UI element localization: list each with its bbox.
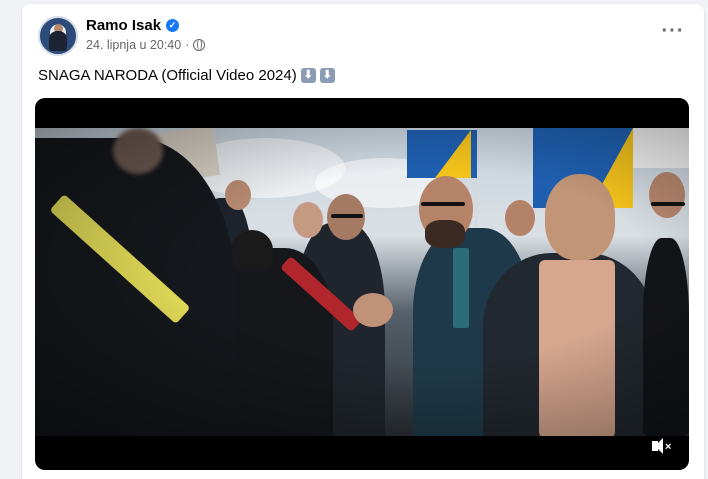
post-caption: SNAGA NARODA (Official Video 2024) ⬇ ⬇ (38, 67, 335, 84)
speaker-cone (655, 438, 663, 454)
down-arrow-emoji-icon: ⬇ (300, 68, 316, 83)
post-card: Ramo Isak ✓ 24. lipnja u 20:40 · ··· SNA… (22, 4, 704, 479)
post-meta: 24. lipnja u 20:40 · (86, 38, 206, 52)
more-options-button[interactable]: ··· (658, 21, 688, 48)
avatar-figure (49, 31, 67, 51)
author-row: Ramo Isak ✓ (86, 17, 180, 34)
speaker-muted-icon[interactable]: × (649, 436, 675, 456)
caption-text: SNAGA NARODA (Official Video 2024) (38, 67, 297, 84)
author-name[interactable]: Ramo Isak (86, 17, 161, 34)
verified-badge-icon: ✓ (166, 19, 180, 32)
mute-x-mark: × (665, 441, 672, 453)
post-header: Ramo Isak ✓ 24. lipnja u 20:40 · ··· (38, 16, 688, 56)
down-arrow-emoji-icon: ⬇ (319, 68, 335, 83)
video-player[interactable]: × (35, 98, 689, 470)
video-frame[interactable] (35, 128, 689, 436)
video-vignette (35, 128, 689, 436)
post-timestamp[interactable]: 24. lipnja u 20:40 (86, 38, 181, 52)
author-avatar[interactable] (38, 16, 78, 56)
meta-separator: · (185, 38, 190, 52)
globe-icon[interactable] (193, 39, 206, 51)
